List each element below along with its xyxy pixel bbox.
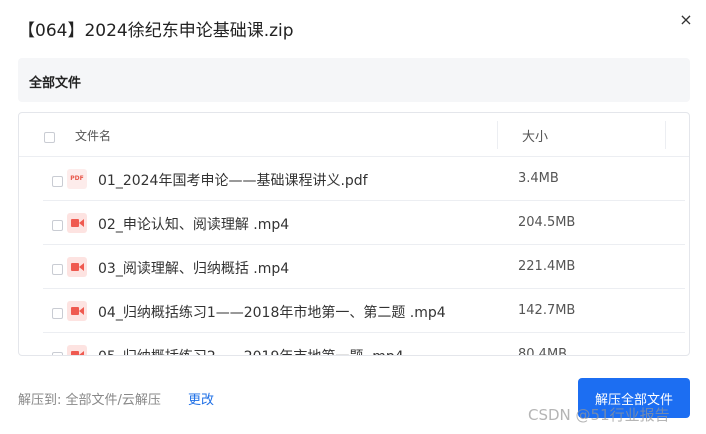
close-icon[interactable]: × bbox=[678, 12, 694, 28]
video-file-icon bbox=[67, 213, 87, 233]
table-header: 文件名 大小 bbox=[19, 113, 689, 157]
watermark: CSDN @51行业报告 bbox=[528, 406, 670, 424]
video-file-icon bbox=[67, 301, 87, 321]
file-name: 02_申论认知、阅读理解 .mp4 bbox=[98, 217, 290, 233]
file-size: 204.5MB bbox=[518, 215, 576, 230]
row-checkbox[interactable] bbox=[52, 352, 63, 355]
file-size: 142.7MB bbox=[518, 303, 576, 318]
column-divider bbox=[497, 121, 498, 149]
breadcrumb: 全部文件 bbox=[18, 58, 690, 102]
pdf-file-icon: PDF bbox=[67, 169, 87, 189]
column-header-name: 文件名 bbox=[75, 129, 112, 143]
table-row[interactable]: 02_申论认知、阅读理解 .mp4 204.5MB bbox=[43, 201, 685, 245]
file-name: 04_归纳概括练习1——2018年市地第一、第二题 .mp4 bbox=[98, 305, 446, 321]
dialog-title: 【064】2024徐纪东申论基础课.zip bbox=[18, 21, 294, 41]
table-row[interactable]: PDF 01_2024年国考申论——基础课程讲义.pdf 3.4MB bbox=[43, 157, 685, 201]
select-all-checkbox[interactable] bbox=[44, 132, 55, 143]
file-name: 01_2024年国考申论——基础课程讲义.pdf bbox=[98, 173, 368, 189]
video-file-icon bbox=[67, 345, 87, 355]
file-size: 221.4MB bbox=[518, 259, 576, 274]
file-size: 80.4MB bbox=[518, 347, 568, 356]
change-destination-link[interactable]: 更改 bbox=[188, 389, 214, 408]
row-checkbox[interactable] bbox=[52, 220, 63, 231]
row-checkbox[interactable] bbox=[52, 176, 63, 187]
table-row[interactable]: 03_阅读理解、归纳概括 .mp4 221.4MB bbox=[43, 245, 685, 289]
file-size: 3.4MB bbox=[518, 171, 559, 186]
row-checkbox[interactable] bbox=[52, 264, 63, 275]
table-row[interactable]: 04_归纳概括练习1——2018年市地第一、第二题 .mp4 142.7MB bbox=[43, 289, 685, 333]
table-row[interactable]: 05_归纳概括练习2——2019年市地第一题 .mp4 80.4MB bbox=[43, 333, 685, 356]
file-table: 文件名 大小 PDF 01_2024年国考申论——基础课程讲义.pdf 3.4M… bbox=[18, 112, 690, 356]
extract-destination-label: 解压到: 全部文件/云解压 bbox=[18, 393, 161, 408]
column-divider bbox=[665, 121, 666, 149]
row-checkbox[interactable] bbox=[52, 308, 63, 319]
file-name: 05_归纳概括练习2——2019年市地第一题 .mp4 bbox=[98, 346, 404, 355]
column-header-size: 大小 bbox=[522, 130, 549, 145]
file-name: 03_阅读理解、归纳概括 .mp4 bbox=[98, 261, 290, 277]
breadcrumb-root[interactable]: 全部文件 bbox=[29, 72, 81, 91]
video-file-icon bbox=[67, 257, 87, 277]
